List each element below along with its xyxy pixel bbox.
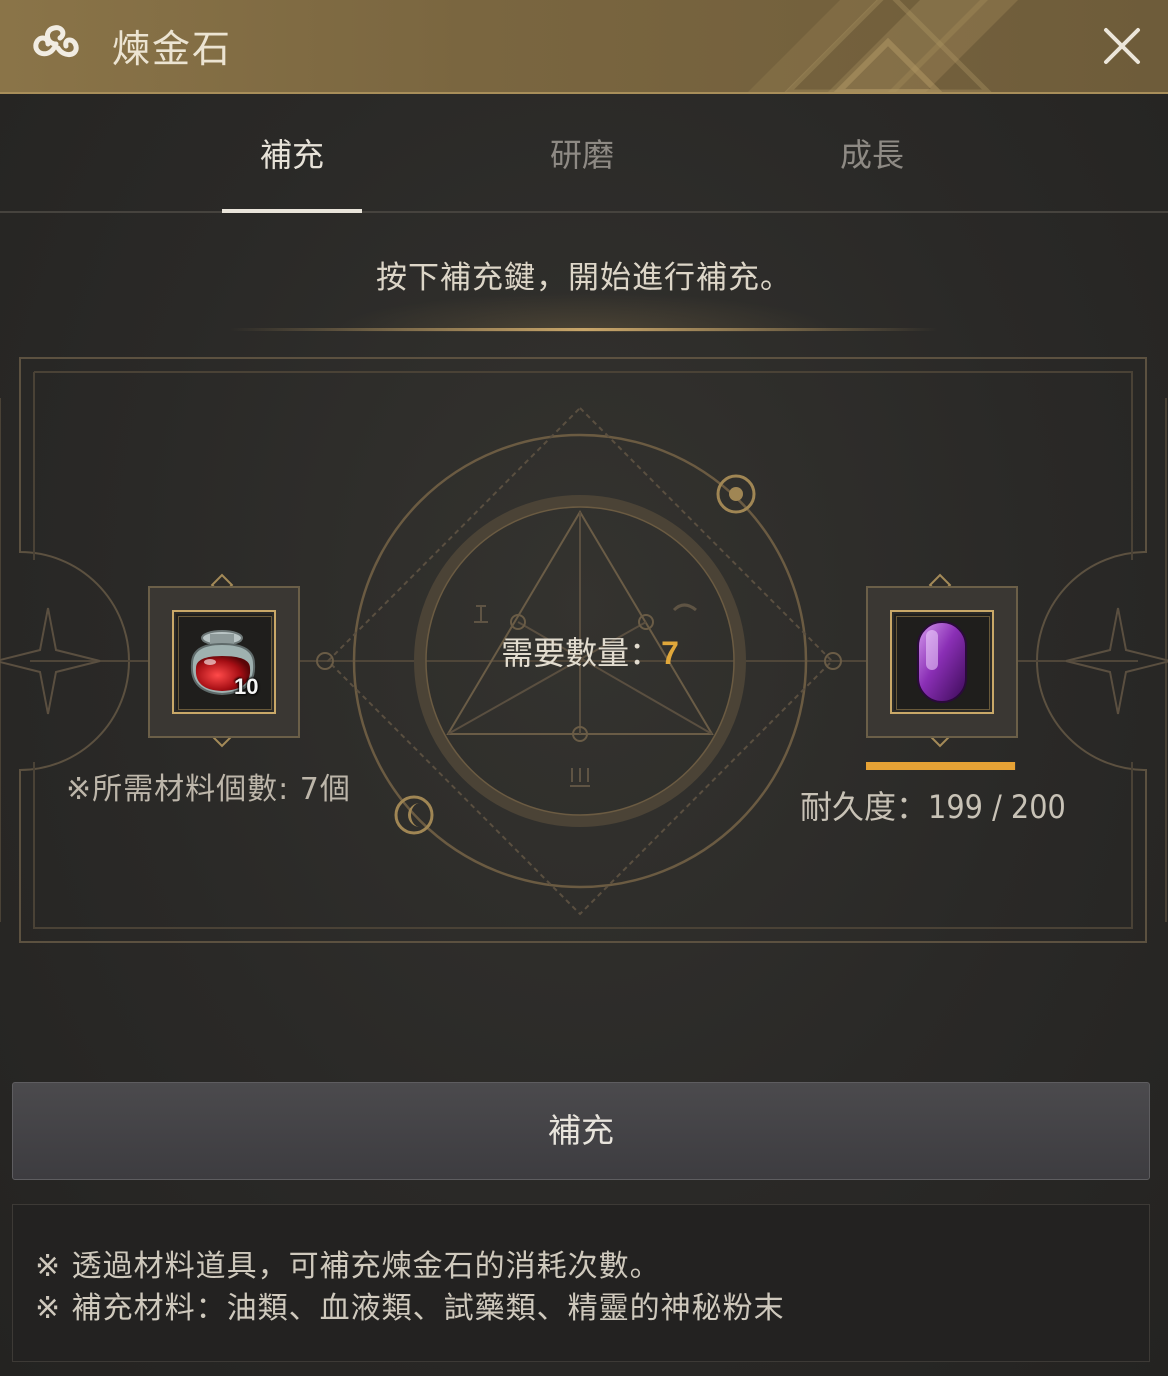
material-slot-frame: 10 [172,610,276,714]
purple-alchemy-stone-icon [917,621,967,703]
instruction-glow [330,292,838,332]
refill-button[interactable]: 補充 [12,1082,1150,1180]
durability-bar-fill [866,762,1016,770]
durability-bar [866,762,1016,770]
instruction-divider [230,328,938,331]
triskelion-logo-icon [33,25,79,57]
tab-bar: 補充 研磨 成長 [0,92,1168,214]
alchemy-stone-slot[interactable] [866,586,1018,738]
notes-box: ※ 透過材料道具，可補充煉金石的消耗次數。 ※ 補充材料：油類、血液類、試藥類、… [12,1204,1150,1362]
note-line: ※ 透過材料道具，可補充煉金石的消耗次數。 [35,1249,661,1284]
material-slot[interactable]: 10 [148,586,300,738]
material-stack-count: 10 [234,674,259,699]
tab-growth[interactable]: 成長 [772,130,972,176]
required-quantity: 需要數量：7 [480,628,700,674]
instruction-text: 按下補充鍵，開始進行補充。 [376,260,792,296]
required-quantity-value: 7 [661,635,679,671]
title-bar: 煉金石 [0,0,1168,94]
tab-grind[interactable]: 研磨 [482,130,682,176]
required-quantity-label: 需要數量： [501,634,662,672]
alchemy-stone-slot-frame [890,610,994,714]
red-potion-jar-icon [190,630,256,696]
active-tab-indicator [222,209,362,213]
note-line: ※ 補充材料：油類、血液類、試藥類、精靈的神秘粉末 [35,1291,785,1326]
window-title: 煉金石 [112,27,233,71]
required-material-label: ※所需材料個數: 7個 [66,772,351,807]
close-icon[interactable] [1096,20,1148,72]
tab-refill[interactable]: 補充 [192,130,392,176]
title-bar-decoration [748,0,1018,92]
tab-divider [0,211,1168,213]
durability-label: 耐久度：199 / 200 [800,788,1066,826]
